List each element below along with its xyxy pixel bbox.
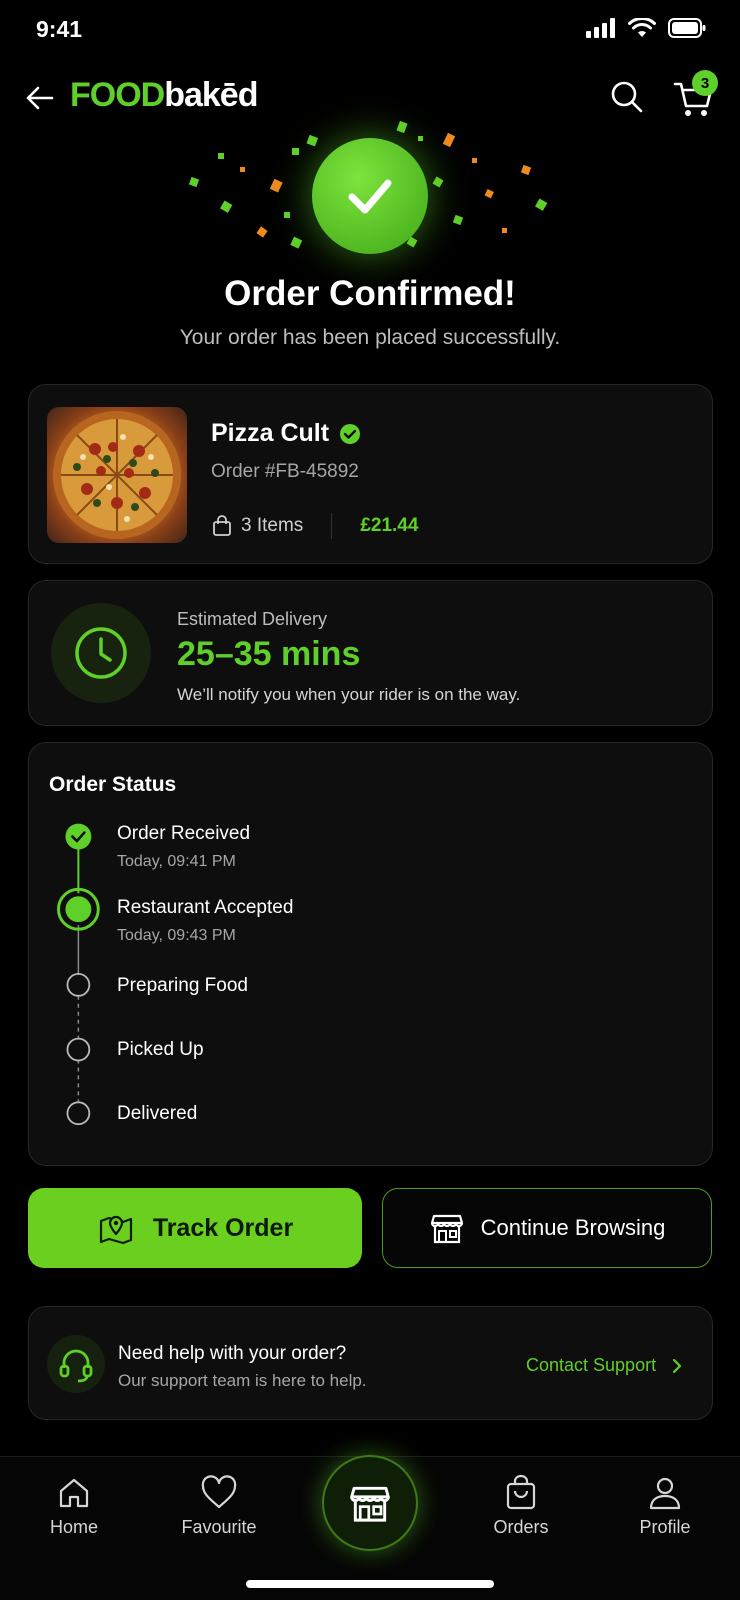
nav-home[interactable]: Home <box>19 1475 129 1538</box>
clock-badge <box>51 603 151 703</box>
app-logo: FOOD bakēd <box>70 76 258 115</box>
step-label: Delivered <box>117 1103 198 1124</box>
search-button[interactable] <box>608 78 646 116</box>
logo-food: FOOD <box>70 76 165 114</box>
clock-icon <box>75 627 127 679</box>
cart-badge: 3 <box>692 70 718 96</box>
check-icon <box>348 179 392 214</box>
continue-browsing-button[interactable]: Continue Browsing <box>382 1188 712 1268</box>
restaurant-name-text: Pizza Cult <box>211 419 330 447</box>
restaurant-name: Pizza Cult <box>211 419 361 448</box>
wifi-icon <box>628 18 656 37</box>
order-total: £21.44 <box>360 515 419 536</box>
home-indicator <box>246 1580 494 1588</box>
success-badge <box>312 138 428 254</box>
step-label: Order Received <box>117 823 251 844</box>
nav-profile[interactable]: Profile <box>610 1475 720 1538</box>
step-current-icon <box>56 887 100 931</box>
step-pending-icon <box>66 1037 91 1062</box>
app-header: FOOD bakēd <box>0 70 740 126</box>
order-items-row: 3 Items £21.44 <box>211 513 418 539</box>
step-time: Today, 09:43 PM <box>117 927 236 944</box>
delivery-time: 25–35 mins <box>177 635 361 673</box>
heart-icon <box>201 1475 237 1509</box>
bottom-nav: Home Favourite Orders Profile <box>0 1455 740 1600</box>
nav-orders-label: Orders <box>493 1517 549 1537</box>
help-card: Need help with your order? Our support t… <box>28 1306 713 1420</box>
step-done-icon <box>65 823 92 850</box>
back-arrow-icon <box>26 86 54 110</box>
contact-support-label: Contact Support <box>526 1355 657 1375</box>
pizza-image <box>47 407 187 543</box>
continue-browsing-label: Continue Browsing <box>480 1215 666 1240</box>
delivery-label: Estimated Delivery <box>177 609 328 629</box>
chevron-right-icon <box>672 1358 682 1373</box>
step-label: Picked Up <box>117 1039 204 1060</box>
pizza-illustration <box>53 411 181 539</box>
signal-icon <box>586 18 615 38</box>
profile-icon <box>649 1477 681 1510</box>
home-icon <box>59 1478 89 1508</box>
verified-icon <box>340 423 361 444</box>
nav-orders[interactable]: Orders <box>466 1475 576 1538</box>
status-time: 9:41 <box>36 16 83 42</box>
back-button[interactable] <box>22 80 58 116</box>
nav-home-label: Home <box>49 1517 98 1537</box>
track-order-button[interactable]: Track Order <box>28 1188 362 1268</box>
logo-baked: bakēd <box>164 76 258 114</box>
help-subtitle: Our support team is here to help. <box>118 1371 367 1390</box>
step-pending-icon <box>66 973 91 997</box>
status-bar: 9:41 <box>0 0 740 60</box>
step-pending-icon <box>66 1101 91 1126</box>
store-icon <box>430 1214 463 1244</box>
headset-icon <box>59 1349 93 1383</box>
item-count: 3 Items <box>241 515 304 536</box>
store-icon <box>350 1486 390 1522</box>
search-icon <box>611 81 643 113</box>
map-pin-icon <box>99 1215 132 1245</box>
order-status-card: Order Status Order Received Today, 09:41… <box>28 742 713 1166</box>
order-number: Order #FB-45892 <box>211 461 359 482</box>
help-title: Need help with your order? <box>118 1343 347 1364</box>
order-summary-card[interactable]: Pizza Cult Order #FB-45892 3 Items £21.4… <box>28 384 713 564</box>
nav-store-button[interactable] <box>322 1455 418 1551</box>
page-subtitle: Your order has been placed successfully. <box>179 326 561 349</box>
step-label: Restaurant Accepted <box>117 897 294 918</box>
nav-favourite[interactable]: Favourite <box>164 1475 274 1538</box>
battery-icon <box>668 18 706 38</box>
delivery-note: We’ll notify you when your rider is on t… <box>177 685 521 704</box>
step-label: Preparing Food <box>117 975 248 996</box>
bag-icon <box>213 515 231 536</box>
nav-profile-label: Profile <box>639 1517 691 1537</box>
nav-favourite-label: Favourite <box>181 1517 257 1537</box>
estimated-delivery-card: Estimated Delivery 25–35 mins We’ll noti… <box>28 580 713 726</box>
status-icons <box>586 18 706 38</box>
divider <box>331 513 333 539</box>
step-time: Today, 09:41 PM <box>117 853 236 870</box>
status-timeline <box>56 823 100 1126</box>
track-order-label: Track Order <box>152 1213 294 1242</box>
headset-badge <box>47 1335 105 1393</box>
page-title: Order Confirmed! <box>224 274 516 313</box>
shopping-bag-icon <box>506 1475 536 1510</box>
contact-support-link[interactable]: Contact Support <box>526 1355 684 1376</box>
